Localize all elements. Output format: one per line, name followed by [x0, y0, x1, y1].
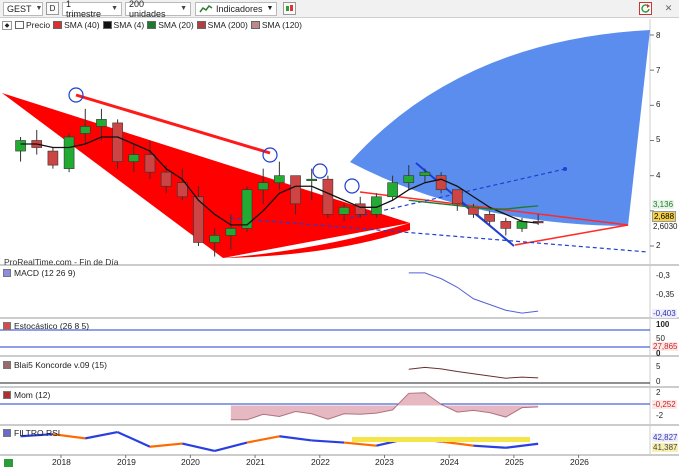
candle-body [63, 136, 75, 169]
macd-swatch [3, 269, 11, 277]
macd-value-tag: -0,403 [652, 309, 677, 318]
mom-tick-label: -2 [656, 411, 664, 420]
candle-body [451, 189, 463, 205]
x-tick-label: 2024 [440, 457, 459, 467]
panel-label-macd[interactable]: MACD (12 26 9) [3, 268, 75, 278]
candle-body [47, 150, 59, 166]
candle-body [306, 178, 318, 181]
filtro-rsi-segment [440, 440, 474, 447]
scroll-left-button[interactable] [4, 459, 13, 467]
chart-canvas[interactable] [0, 0, 679, 469]
filtro-rsi-segment [343, 441, 377, 447]
x-tick-label: 2019 [117, 457, 136, 467]
filtro-rsi-segment [473, 444, 506, 449]
filtro-rsi-segment [311, 439, 345, 444]
candle-body [225, 228, 237, 236]
candle-body [419, 171, 431, 176]
price-tick-label: 4 [656, 171, 661, 180]
candle-body [128, 154, 140, 162]
panel-label-mom[interactable]: Mom (12) [3, 390, 50, 400]
candle-body [144, 154, 156, 173]
candle-body [516, 221, 528, 229]
macd-line [408, 272, 539, 314]
price-tick-label: 8 [656, 31, 661, 40]
filtro-title: FILTRO RSI [14, 428, 61, 438]
filtro-rsi-segment [214, 441, 248, 452]
macd-title: MACD (12 26 9) [14, 268, 76, 278]
candle-body [387, 182, 398, 198]
candle-body [435, 175, 447, 191]
candle-body [484, 214, 495, 222]
x-tick-label: 2018 [52, 457, 71, 467]
price-tick-label: 2 [656, 241, 661, 250]
price-tick-label: 5 [656, 135, 661, 144]
candle-body [338, 207, 350, 215]
marker-dot [563, 167, 567, 171]
candle-body [274, 175, 285, 184]
x-tick-label: 2025 [505, 457, 524, 467]
sma20-value-tag: 3,136 [652, 200, 675, 209]
filtro-rsi-segment [117, 431, 151, 448]
x-tick-label: 2026 [570, 457, 589, 467]
candle-body [15, 140, 26, 152]
blai-swatch [3, 361, 11, 369]
filtro-rsi-segment [85, 431, 118, 440]
filtro-swatch [3, 429, 11, 437]
x-tick-label: 2023 [375, 457, 394, 467]
macd-tick-label: -0,35 [656, 290, 675, 299]
candle-body [79, 126, 91, 134]
sma4-value-tag: 2,6030 [652, 222, 679, 231]
panel-label-blai[interactable]: Blai5 Koncorde v.09 (15) [3, 360, 107, 370]
filtro-yellow-tag: 41,387 [652, 443, 679, 452]
candle-body [112, 122, 123, 162]
candle-body [403, 175, 415, 184]
filtro-rsi-segment [279, 435, 312, 442]
x-tick-label: 2020 [181, 457, 200, 467]
filtro-rsi-segment [149, 442, 183, 448]
filtro-rsi-segment [182, 442, 215, 452]
marker-circle[interactable] [262, 147, 278, 163]
blai-tick-label: 0 [656, 377, 661, 386]
mom-tick-label: 2 [656, 388, 661, 397]
candle-body [209, 235, 220, 243]
stoch-swatch [3, 322, 11, 330]
candle-body [257, 182, 269, 191]
last-price-tag: 2,688 [652, 211, 677, 222]
panel-label-stoch[interactable]: Estocástico (26 8 5) [3, 321, 89, 331]
x-tick-label: 2022 [311, 457, 330, 467]
stoch-tick-label: 0 [656, 349, 661, 358]
candle-body [468, 207, 479, 215]
filtro-rsi-segment [246, 435, 280, 444]
stoch-title: Estocástico (26 8 5) [14, 321, 90, 331]
blai-tick-label: 5 [656, 362, 661, 371]
candle-body [160, 171, 172, 187]
price-tick-label: 6 [656, 100, 661, 109]
data-credit: ProRealTime.com - Fin de Día [4, 257, 119, 267]
candle-body [290, 175, 301, 205]
panel-label-filtro[interactable]: FILTRO RSI [3, 428, 60, 438]
marker-circle[interactable] [312, 163, 328, 179]
blai-title: Blai5 Koncorde v.09 (15) [14, 360, 107, 370]
filtro-value-tag: 42,827 [652, 433, 679, 442]
candle-body [96, 119, 107, 127]
mom-title: Mom (12) [14, 390, 51, 400]
x-tick-label: 2021 [246, 457, 265, 467]
mom-value-tag: -0,252 [652, 400, 677, 409]
filtro-rsi-segment [505, 442, 539, 449]
filtro-yellow-band [352, 437, 530, 442]
macd-tick-label: -0,3 [656, 271, 670, 280]
stoch-tick-label: 100 [656, 320, 670, 329]
mom-swatch [3, 391, 11, 399]
red-triangle-zone[interactable] [2, 93, 410, 258]
candle-body [322, 178, 334, 215]
marker-circle[interactable] [344, 178, 360, 194]
price-tick-label: 7 [656, 66, 661, 75]
blai-line [408, 366, 539, 379]
candle-body [500, 221, 512, 229]
